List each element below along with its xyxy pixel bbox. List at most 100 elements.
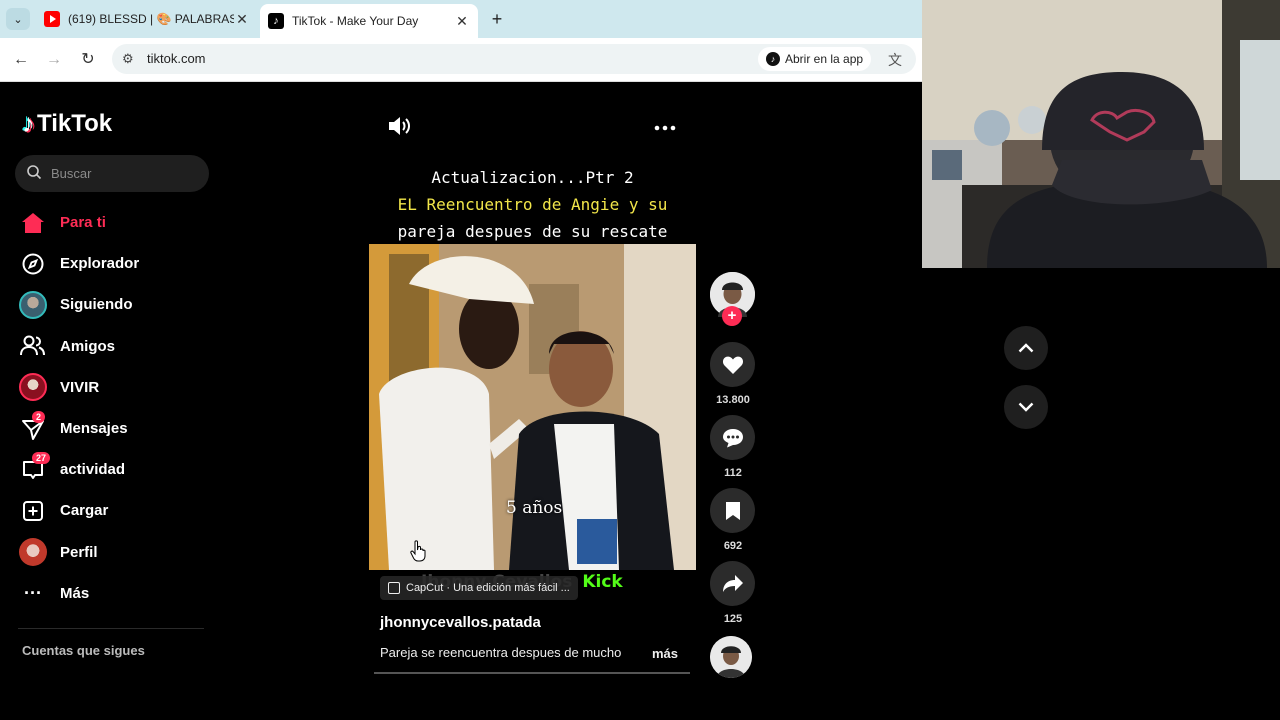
chevron-down-icon <box>1018 402 1034 412</box>
save-count: 692 <box>723 540 743 552</box>
sidebar-item-label: Para ti <box>60 214 106 232</box>
close-tab-icon[interactable]: ✕ <box>234 11 250 28</box>
activity-badge: 27 <box>32 451 51 464</box>
search-input[interactable] <box>51 155 201 192</box>
sidebar-item-amigos[interactable]: Amigos <box>18 326 218 367</box>
tiktok-mini-icon: ♪ <box>766 52 780 66</box>
volume-icon[interactable] <box>386 114 412 143</box>
capcut-icon <box>388 582 400 594</box>
sidebar-item-mas[interactable]: ··· Más <box>18 573 218 614</box>
url-text: tiktok.com <box>147 51 206 66</box>
friends-icon <box>18 331 48 361</box>
sidebar-item-explorador[interactable]: Explorador <box>18 243 218 284</box>
address-bar[interactable]: ⚙ tiktok.com ♪ Abrir en la app 文 <box>112 44 916 74</box>
music-disc-avatar[interactable] <box>710 636 752 678</box>
home-icon <box>18 208 48 238</box>
sidebar-item-perfil[interactable]: Perfil <box>18 532 218 573</box>
browser-toolbar: ← → ↻ ⚙ tiktok.com ♪ Abrir en la app 文 <box>0 38 922 82</box>
open-in-app-label: Abrir en la app <box>785 52 864 66</box>
comment-icon <box>722 428 743 447</box>
upload-icon <box>18 496 48 526</box>
next-video-button[interactable] <box>1004 385 1048 429</box>
chevron-up-icon <box>1018 343 1034 353</box>
webcam-overlay <box>922 0 1280 268</box>
comment-count: 112 <box>724 467 742 479</box>
following-avatar-icon <box>18 290 48 320</box>
video-options-icon[interactable] <box>654 118 676 136</box>
open-in-app-button[interactable]: ♪ Abrir en la app <box>758 47 872 71</box>
forward-button[interactable]: → <box>43 49 65 71</box>
activity-icon: 27 <box>18 451 51 485</box>
sidebar-item-siguiendo[interactable]: Siguiendo <box>18 284 218 325</box>
back-button[interactable]: ← <box>10 49 32 71</box>
sidebar-item-vivir[interactable]: VIVIR <box>18 367 218 408</box>
search-icon <box>27 165 42 180</box>
tab-title: (619) BLESSD | 🎨 PALABRAS S <box>68 12 234 26</box>
watermark-tag: Kick <box>582 572 623 592</box>
video-progress-bar[interactable] <box>374 672 690 674</box>
tiktok-favicon-icon: ♪ <box>268 13 284 29</box>
tiktok-logo[interactable]: ♪ TikTok <box>22 108 112 139</box>
like-count: 13.800 <box>716 394 750 406</box>
sidebar-nav: Para ti Explorador Siguiendo Amigos VIVI… <box>18 202 218 614</box>
capcut-label: CapCut · Una edición más fácil ... <box>406 582 570 594</box>
more-horizontal-icon: ··· <box>24 582 42 603</box>
sidebar-item-label: actividad <box>60 461 126 479</box>
sidebar-item-label: Explorador <box>60 255 140 273</box>
follow-button[interactable]: + <box>722 306 742 326</box>
profile-avatar-icon <box>18 537 48 567</box>
like-button[interactable] <box>710 342 755 387</box>
sidebar-item-label: Mensajes <box>60 420 128 438</box>
video-scene-image <box>369 244 696 570</box>
share-button[interactable] <box>710 561 755 606</box>
webcam-image <box>922 0 1280 268</box>
previous-video-button[interactable] <box>1004 326 1048 370</box>
compass-icon <box>18 249 48 279</box>
tab-search-button[interactable]: ⌄ <box>6 8 30 30</box>
sidebar-item-label: Siguiendo <box>60 296 133 314</box>
save-button[interactable] <box>710 488 755 533</box>
caption-line: Actualizacion...Ptr 2 <box>431 168 634 187</box>
new-tab-button[interactable]: + <box>486 8 508 30</box>
translate-icon[interactable]: 文 <box>888 50 902 70</box>
youtube-icon <box>44 11 60 27</box>
share-count: 125 <box>723 613 743 625</box>
sidebar-item-cargar[interactable]: Cargar <box>18 490 218 531</box>
tab-title: TikTok - Make Your Day <box>292 14 419 28</box>
bookmark-icon <box>725 501 740 520</box>
tab-youtube[interactable]: (619) BLESSD | 🎨 PALABRAS S ✕ <box>36 0 258 38</box>
capcut-badge[interactable]: CapCut · Una edición más fácil ... <box>380 576 578 600</box>
caption-line: EL Reencuentro de Angie y su <box>397 195 668 214</box>
reload-button[interactable]: ↻ <box>77 49 99 71</box>
tab-tiktok[interactable]: ♪ TikTok - Make Your Day ✕ <box>260 4 478 38</box>
sidebar-item-label: VIVIR <box>60 378 100 396</box>
live-avatar-icon <box>18 372 48 402</box>
messages-icon: 2 <box>18 410 48 444</box>
sidebar-item-mensajes[interactable]: 2 Mensajes <box>18 408 218 449</box>
logo-text: TikTok <box>37 109 113 137</box>
video-author-username[interactable]: jhonnycevallos.patada <box>380 614 541 631</box>
following-accounts-header: Cuentas que sigues <box>22 643 145 658</box>
comment-button[interactable] <box>710 415 755 460</box>
sidebar-divider <box>18 628 204 629</box>
search-box[interactable] <box>15 155 209 192</box>
video-frame: 5 años <box>369 244 696 570</box>
video-description: Pareja se reencuentra despues de mucho <box>380 645 622 660</box>
site-info-icon[interactable]: ⚙ <box>122 51 134 67</box>
sidebar-item-label: Cargar <box>60 502 109 520</box>
sidebar-item-label: Más <box>60 584 90 602</box>
tiktok-note-icon: ♪ <box>22 108 35 138</box>
video-player[interactable]: Actualizacion...Ptr 2 EL Reencuentro de … <box>369 152 696 674</box>
heart-icon <box>722 356 743 374</box>
tab-strip: ⌄ (619) BLESSD | 🎨 PALABRAS S ✕ ♪ TikTok… <box>0 0 922 38</box>
close-tab-icon[interactable]: ✕ <box>454 13 470 30</box>
tiktok-app: ♪ TikTok Para ti Explorador <box>0 82 1048 720</box>
share-arrow-icon <box>722 574 743 592</box>
hand-cursor-icon <box>410 540 426 567</box>
description-more-link[interactable]: más <box>652 646 678 661</box>
video-overlay-text: 5 años <box>506 498 563 518</box>
sidebar-item-para-ti[interactable]: Para ti <box>18 202 218 243</box>
sidebar-item-actividad[interactable]: 27 actividad <box>18 449 218 490</box>
sidebar-item-label: Perfil <box>60 543 98 561</box>
messages-badge: 2 <box>32 410 46 423</box>
